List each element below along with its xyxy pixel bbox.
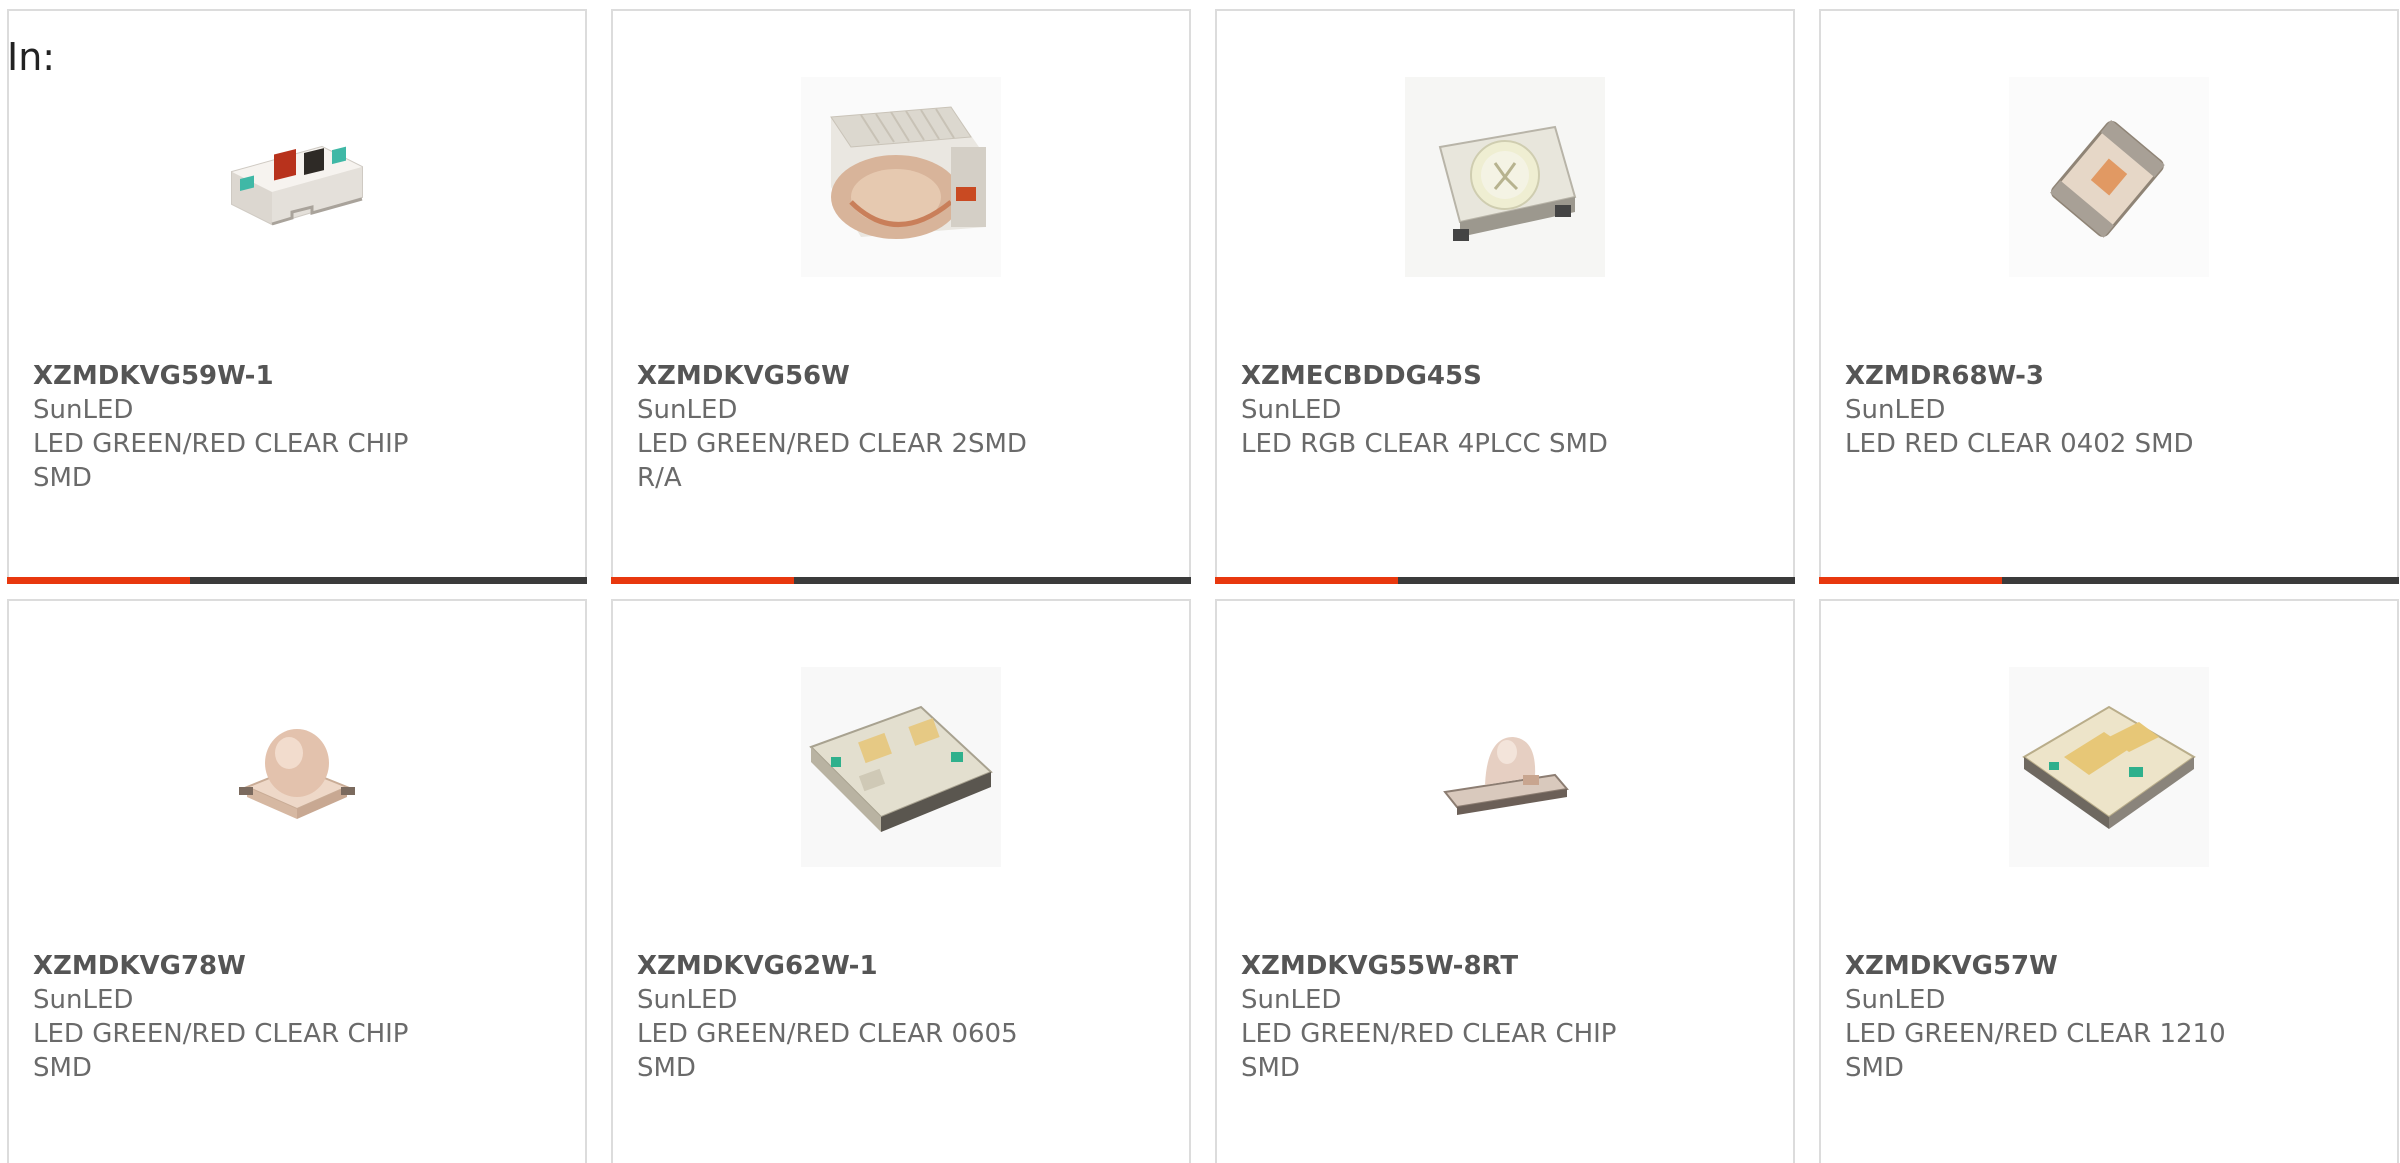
manufacturer-label: SunLED — [33, 395, 134, 425]
product-info: XZMDKVG55W-8RT SunLED LED GREEN/RED CLEA… — [1241, 949, 1681, 1085]
product-card[interactable]: XZMDR68W-3 SunLED LED RED CLEAR 0402 SMD — [1819, 9, 2399, 584]
part-number-link[interactable]: XZMDKVG59W-1 — [33, 359, 473, 393]
product-card[interactable]: XZMDKVG78W SunLED LED GREEN/RED CLEAR CH… — [7, 599, 587, 1163]
card-bottom-bar — [1819, 577, 2399, 584]
part-number-link[interactable]: XZMDKVG56W — [637, 359, 1077, 393]
part-number-link[interactable]: XZMDKVG55W-8RT — [1241, 949, 1681, 983]
manufacturer-label: SunLED — [637, 395, 738, 425]
card-accent-bar — [1819, 577, 2002, 584]
small-chip-led-icon[interactable] — [2009, 77, 2209, 277]
product-grid-page: In: XZMDKVG59W-1 SunLED LED GREEN/RED CL… — [0, 0, 2400, 1163]
product-card[interactable]: XZMDKVG55W-8RT SunLED LED GREEN/RED CLEA… — [1215, 599, 1795, 1163]
side-dome-led-icon[interactable] — [1405, 667, 1605, 867]
card-accent-bar — [7, 577, 190, 584]
product-card[interactable]: XZMDKVG57W SunLED LED GREEN/RED CLEAR 12… — [1819, 599, 2399, 1163]
description-label: LED RED CLEAR 0402 SMD — [1845, 429, 2194, 459]
part-number-link[interactable]: XZMECBDDG45S — [1241, 359, 1681, 393]
description-label: LED GREEN/RED CLEAR CHIP SMD — [33, 429, 409, 493]
card-bottom-bar — [611, 577, 1191, 584]
product-info: XZMDKVG62W-1 SunLED LED GREEN/RED CLEAR … — [637, 949, 1077, 1085]
card-bottom-bar — [1215, 577, 1795, 584]
square-chip-led-icon[interactable] — [2009, 667, 2209, 867]
bicolor-chip-led-icon[interactable] — [197, 77, 397, 277]
in-label: In: — [7, 35, 56, 79]
product-card[interactable]: XZMDKVG56W SunLED LED GREEN/RED CLEAR 2S… — [611, 9, 1191, 584]
part-number-link[interactable]: XZMDR68W-3 — [1845, 359, 2285, 393]
description-label: LED GREEN/RED CLEAR 1210 SMD — [1845, 1019, 2226, 1083]
part-number-link[interactable]: XZMDKVG78W — [33, 949, 473, 983]
product-card[interactable]: XZMDKVG59W-1 SunLED LED GREEN/RED CLEAR … — [7, 9, 587, 584]
card-accent-bar — [1215, 577, 1398, 584]
manufacturer-label: SunLED — [1845, 985, 1946, 1015]
right-angle-led-icon[interactable] — [801, 77, 1001, 277]
product-info: XZMDKVG59W-1 SunLED LED GREEN/RED CLEAR … — [33, 359, 473, 495]
description-label: LED GREEN/RED CLEAR 2SMD R/A — [637, 429, 1027, 493]
product-card[interactable]: XZMECBDDG45S SunLED LED RGB CLEAR 4PLCC … — [1215, 9, 1795, 584]
description-label: LED GREEN/RED CLEAR 0605 SMD — [637, 1019, 1018, 1083]
description-label: LED GREEN/RED CLEAR CHIP SMD — [1241, 1019, 1617, 1083]
clear-chip-led-icon[interactable] — [801, 667, 1001, 867]
dome-led-icon[interactable] — [197, 667, 397, 867]
product-info: XZMECBDDG45S SunLED LED RGB CLEAR 4PLCC … — [1241, 359, 1681, 461]
manufacturer-label: SunLED — [1845, 395, 1946, 425]
manufacturer-label: SunLED — [1241, 985, 1342, 1015]
product-info: XZMDR68W-3 SunLED LED RED CLEAR 0402 SMD — [1845, 359, 2285, 461]
card-accent-bar — [611, 577, 794, 584]
manufacturer-label: SunLED — [637, 985, 738, 1015]
product-info: XZMDKVG56W SunLED LED GREEN/RED CLEAR 2S… — [637, 359, 1077, 495]
manufacturer-label: SunLED — [1241, 395, 1342, 425]
manufacturer-label: SunLED — [33, 985, 134, 1015]
product-info: XZMDKVG78W SunLED LED GREEN/RED CLEAR CH… — [33, 949, 473, 1085]
plcc-led-icon[interactable] — [1405, 77, 1605, 277]
product-card[interactable]: XZMDKVG62W-1 SunLED LED GREEN/RED CLEAR … — [611, 599, 1191, 1163]
description-label: LED GREEN/RED CLEAR CHIP SMD — [33, 1019, 409, 1083]
product-info: XZMDKVG57W SunLED LED GREEN/RED CLEAR 12… — [1845, 949, 2285, 1085]
description-label: LED RGB CLEAR 4PLCC SMD — [1241, 429, 1608, 459]
part-number-link[interactable]: XZMDKVG57W — [1845, 949, 2285, 983]
part-number-link[interactable]: XZMDKVG62W-1 — [637, 949, 1077, 983]
card-bottom-bar — [7, 577, 587, 584]
